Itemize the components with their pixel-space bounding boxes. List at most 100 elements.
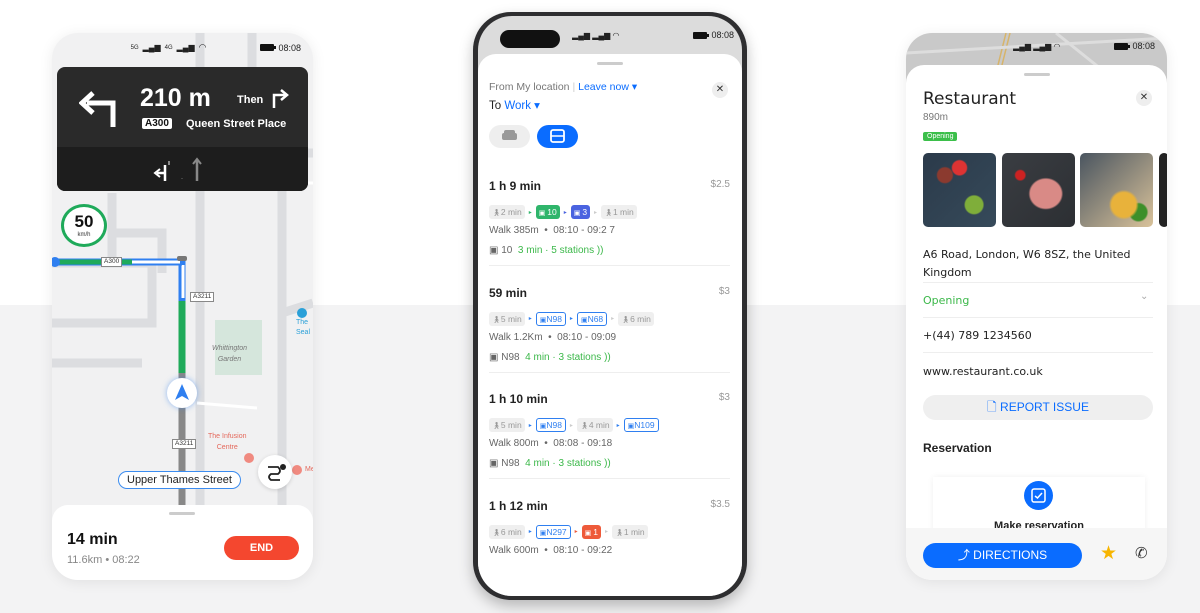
close-button[interactable]: ✕ xyxy=(1136,90,1152,106)
report-issue-button[interactable]: 🗋 REPORT ISSUE xyxy=(923,395,1153,420)
walk-icon: 🚶︎ xyxy=(614,529,624,537)
road-label: A3211 xyxy=(190,292,215,302)
website-link[interactable]: www.restaurant.co.uk xyxy=(923,365,1043,378)
route-price: $2.5 xyxy=(710,179,730,190)
route-option[interactable]: 59 min $3 🚶︎5 min ▸ ▣N98 ▸ ▣N68 ▸ 🚶︎6 min Walk… xyxy=(489,286,730,392)
drag-handle[interactable] xyxy=(1024,73,1050,76)
route-option[interactable]: 1 h 9 min $2.5 🚶︎2 min ▸ ▣ 10 ▸ ▣ 3 ▸ 🚶︎1 min … xyxy=(489,179,730,285)
directions-button[interactable]: ⤴ DIRECTIONS xyxy=(923,543,1082,568)
photo-fish-chips[interactable] xyxy=(1080,153,1153,227)
walk-icon: 🚶︎ xyxy=(579,423,589,430)
place-label: The Infusion Centre xyxy=(208,433,247,451)
battery-icon xyxy=(260,44,277,51)
address: A6 Road, London, W6 8SZ, the United King… xyxy=(923,248,1131,279)
close-button[interactable]: ✕ xyxy=(712,82,728,98)
segment-separator-icon: ▸ xyxy=(569,422,573,429)
place-label: Whittington Garden xyxy=(212,345,248,363)
route-walk-time: Walk 600m • 08:10 - 09:22 xyxy=(489,544,613,556)
route-walk-time: Walk 800m • 08:08 - 09:18 xyxy=(489,438,613,449)
road-label: A300 xyxy=(101,257,123,267)
route-segments: 🚶︎5 min ▸ ▣N98 ▸ 🚶︎4 min ▸ ▣N109 xyxy=(489,418,659,432)
trip-summary-sheet: 14 min 11.6km • 08:22 END xyxy=(52,505,313,580)
route-duration: 59 min xyxy=(489,285,528,300)
status-bar: ▂▄▆ ▂▄▆ ◠ 08:08 xyxy=(1013,41,1155,51)
navigation-phone: 5G ▂▄▆ 4G ▂▄▆ ◠ 08:08 210 m Then A300 Quee… xyxy=(52,33,313,580)
destination-dropdown[interactable]: Work ▾ xyxy=(504,100,540,112)
drag-handle[interactable] xyxy=(169,512,195,515)
road-badge: A300 xyxy=(142,118,172,129)
transit-phone: ▂▄▆ ▂▄▆ ◠ 08:08 From My location | Leave … xyxy=(473,12,747,600)
status-bar: ▂▄▆ ▂▄▆ ◠ 08:08 xyxy=(572,30,734,40)
phone-number[interactable]: +(44) 789 1234560 xyxy=(923,329,1032,342)
hours-status[interactable]: Opening xyxy=(923,294,969,307)
place-sheet: Restaurant 890m Opening ✕ A6 Road, Londo… xyxy=(906,65,1167,580)
walk-segment: 🚶︎1 min xyxy=(601,205,637,219)
route-bus-info: ▣ 10 3 min · 5 stations )) xyxy=(489,245,604,256)
camera-cutout xyxy=(500,30,560,48)
segment-separator-icon: ▸ xyxy=(528,529,532,535)
segment-separator-icon: ▸ xyxy=(563,209,567,216)
walk-segment: 🚶︎1 min xyxy=(611,524,648,539)
segment-separator-icon: ▸ xyxy=(604,529,608,535)
end-button[interactable]: END xyxy=(224,536,299,560)
walk-segment: 🚶︎6 min xyxy=(618,311,654,326)
bus-segment: ▣ 10 xyxy=(535,205,560,219)
photo-fruit[interactable] xyxy=(923,153,996,227)
navigation-arrow-icon xyxy=(175,384,189,400)
route-segments: 🚶︎6 min ▸ ▣N297 ▸ ▣ 1 ▸ 🚶︎1 min xyxy=(489,524,648,539)
segment-separator-icon: ▸ xyxy=(611,316,615,322)
place-distance: 890m xyxy=(923,112,949,123)
walk-icon: 🚶︎ xyxy=(621,316,631,324)
photo-meat[interactable] xyxy=(1002,153,1075,227)
calendar-check-icon xyxy=(1024,481,1053,510)
segment-separator-icon: ▸ xyxy=(528,316,532,322)
mode-car-button[interactable] xyxy=(489,125,530,148)
walk-icon: 🚶︎ xyxy=(492,316,501,324)
current-street-label: Upper Thames Street xyxy=(118,471,241,489)
bus-icon: ▣ xyxy=(489,458,499,469)
segment-separator-icon: ▸ xyxy=(569,316,573,322)
chevron-down-icon[interactable]: ⌄ xyxy=(1140,291,1148,302)
photo-more[interactable] xyxy=(1159,153,1167,227)
bus-segment: ▣ 1 xyxy=(581,524,601,539)
realtime-icon: )) xyxy=(594,245,604,256)
battery-icon xyxy=(1114,42,1131,50)
bus-segment: ▣N98 xyxy=(535,418,566,432)
walk-segment: 🚶︎5 min xyxy=(489,311,525,326)
divider xyxy=(489,478,730,479)
segment-separator-icon: ▸ xyxy=(528,422,532,429)
route-duration: 1 h 10 min xyxy=(489,392,548,406)
route-price: $3.5 xyxy=(710,498,730,510)
document-icon: 🗋 xyxy=(987,400,997,414)
walk-segment: 🚶︎4 min xyxy=(576,418,613,432)
route-option[interactable]: 1 h 10 min $3 🚶︎5 min ▸ ▣N98 ▸ 🚶︎4 min ▸ ▣N109… xyxy=(489,392,730,498)
route-bus-info: ▣ N98 4 min · 3 stations )) xyxy=(489,351,611,363)
place-label: The Seal xyxy=(296,319,311,336)
realtime-icon: )) xyxy=(601,458,611,469)
turn-right-arrow-icon xyxy=(272,89,289,108)
route-bus-info: ▣ N98 4 min · 3 stations )) xyxy=(489,458,611,469)
walk-icon: 🚶︎ xyxy=(604,210,613,217)
route-duration: 1 h 12 min xyxy=(489,498,548,513)
speed-limit-badge: 50 km/h xyxy=(61,204,107,247)
drag-handle[interactable] xyxy=(597,62,623,65)
bus-icon: ▣ xyxy=(489,245,499,256)
segment-separator-icon: ▸ xyxy=(574,529,578,535)
car-icon xyxy=(502,130,517,140)
route-options-sheet: From My location | Leave now ▾ To Work ▾… xyxy=(478,54,742,596)
bus-segment: ▣N68 xyxy=(576,311,608,326)
star-icon[interactable]: ★ xyxy=(1100,542,1117,565)
wifi-icon: ◠ xyxy=(198,42,207,52)
route-price: $3 xyxy=(718,392,730,403)
bus-icon: ▣ xyxy=(580,316,588,324)
route-overview-button[interactable] xyxy=(258,455,292,489)
divider xyxy=(489,371,730,373)
leave-time-dropdown[interactable]: Leave now ▾ xyxy=(578,81,637,93)
route-walk-time: Walk 385m • 08:10 - 09:2 7 xyxy=(489,225,615,236)
bus-segment: ▣N297 xyxy=(535,524,571,539)
walk-segment: 🚶︎5 min xyxy=(489,418,525,432)
bus-icon: ▣ xyxy=(584,529,594,537)
route-option[interactable]: 1 h 12 min $3.5 🚶︎6 min ▸ ▣N297 ▸ ▣ 1 ▸ 🚶︎1 mi… xyxy=(489,499,730,597)
phone-icon[interactable]: ✆ xyxy=(1135,544,1148,562)
mode-bus-button[interactable] xyxy=(537,125,578,148)
